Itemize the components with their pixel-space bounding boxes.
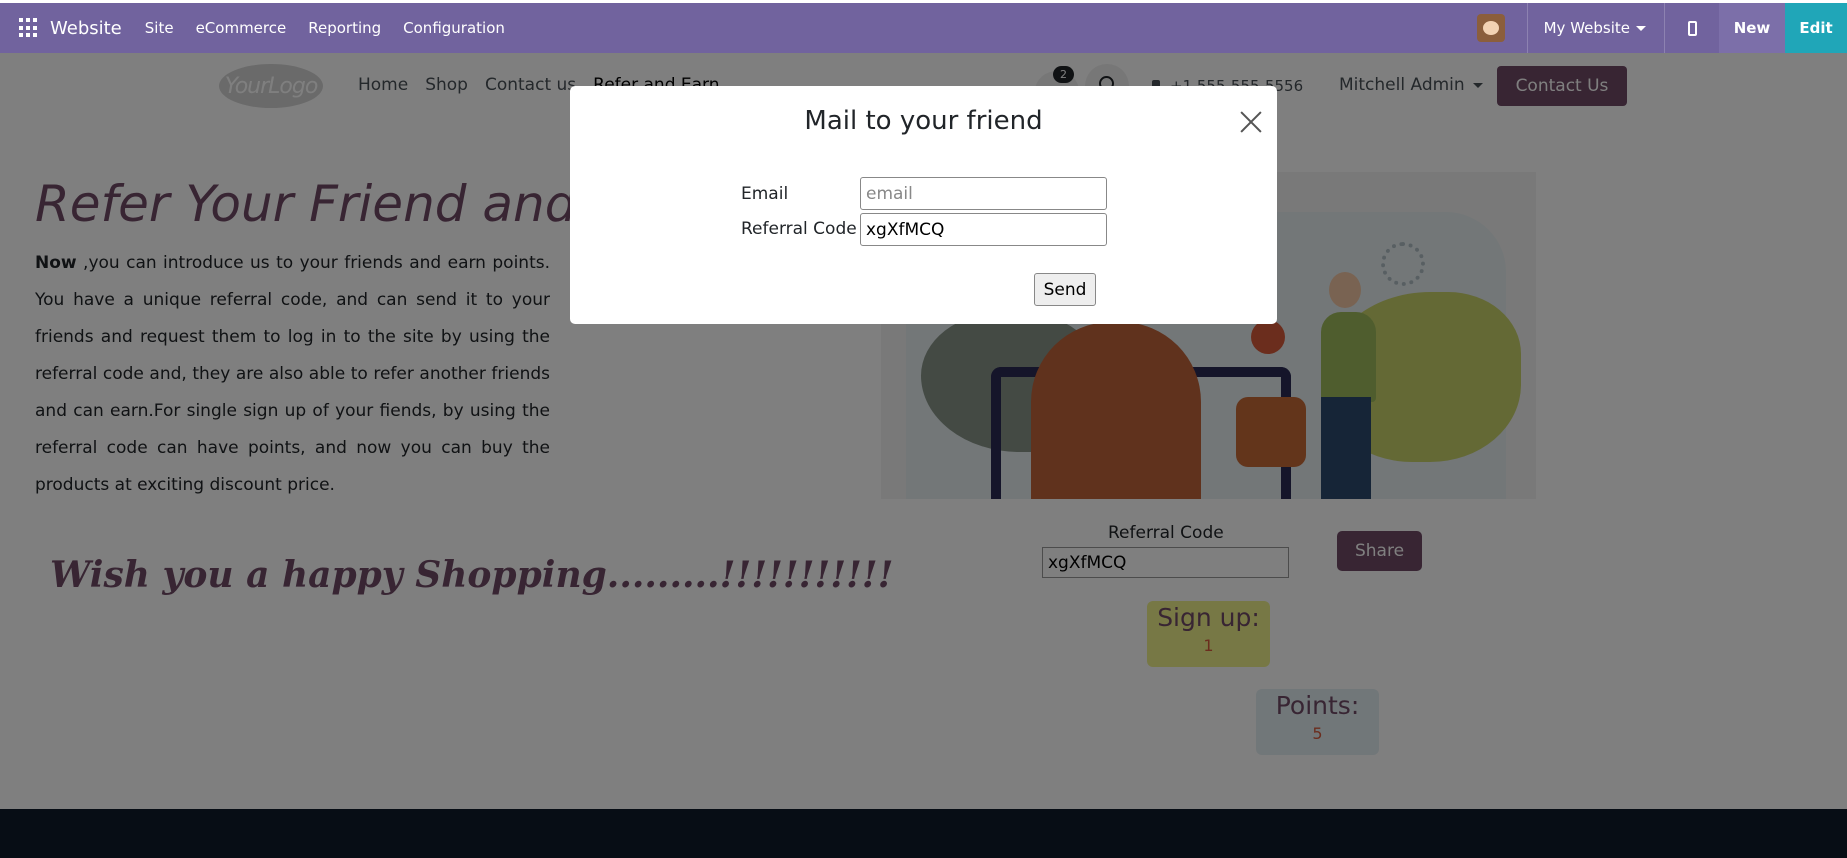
email-field[interactable] bbox=[860, 177, 1107, 210]
menu-ecommerce[interactable]: eCommerce bbox=[196, 19, 287, 37]
edit-button[interactable]: Edit bbox=[1785, 3, 1847, 53]
new-button[interactable]: New bbox=[1719, 3, 1785, 53]
chevron-down-icon bbox=[1636, 25, 1646, 31]
website-selector-label: My Website bbox=[1543, 19, 1630, 37]
referral-code-label: Referral Code bbox=[741, 219, 857, 239]
app-brand[interactable]: Website bbox=[50, 18, 122, 39]
mobile-icon bbox=[1687, 20, 1697, 36]
user-avatar[interactable] bbox=[1476, 14, 1505, 42]
referral-code-input[interactable] bbox=[860, 213, 1107, 246]
dialog-title: Mail to your friend bbox=[804, 106, 1043, 136]
send-button[interactable]: Send bbox=[1034, 273, 1096, 306]
menu-reporting[interactable]: Reporting bbox=[308, 19, 381, 37]
mobile-preview-button[interactable] bbox=[1665, 20, 1719, 36]
menu-site[interactable]: Site bbox=[145, 19, 174, 37]
email-label: Email bbox=[741, 184, 789, 204]
website-selector[interactable]: My Website bbox=[1528, 19, 1664, 37]
admin-navbar: Website Site eCommerce Reporting Configu… bbox=[0, 3, 1847, 53]
menu-configuration[interactable]: Configuration bbox=[403, 19, 505, 37]
close-icon[interactable] bbox=[1239, 110, 1263, 134]
apps-grid-icon[interactable] bbox=[19, 18, 39, 38]
mail-friend-dialog: Mail to your friend Email Referral Code … bbox=[570, 86, 1277, 324]
